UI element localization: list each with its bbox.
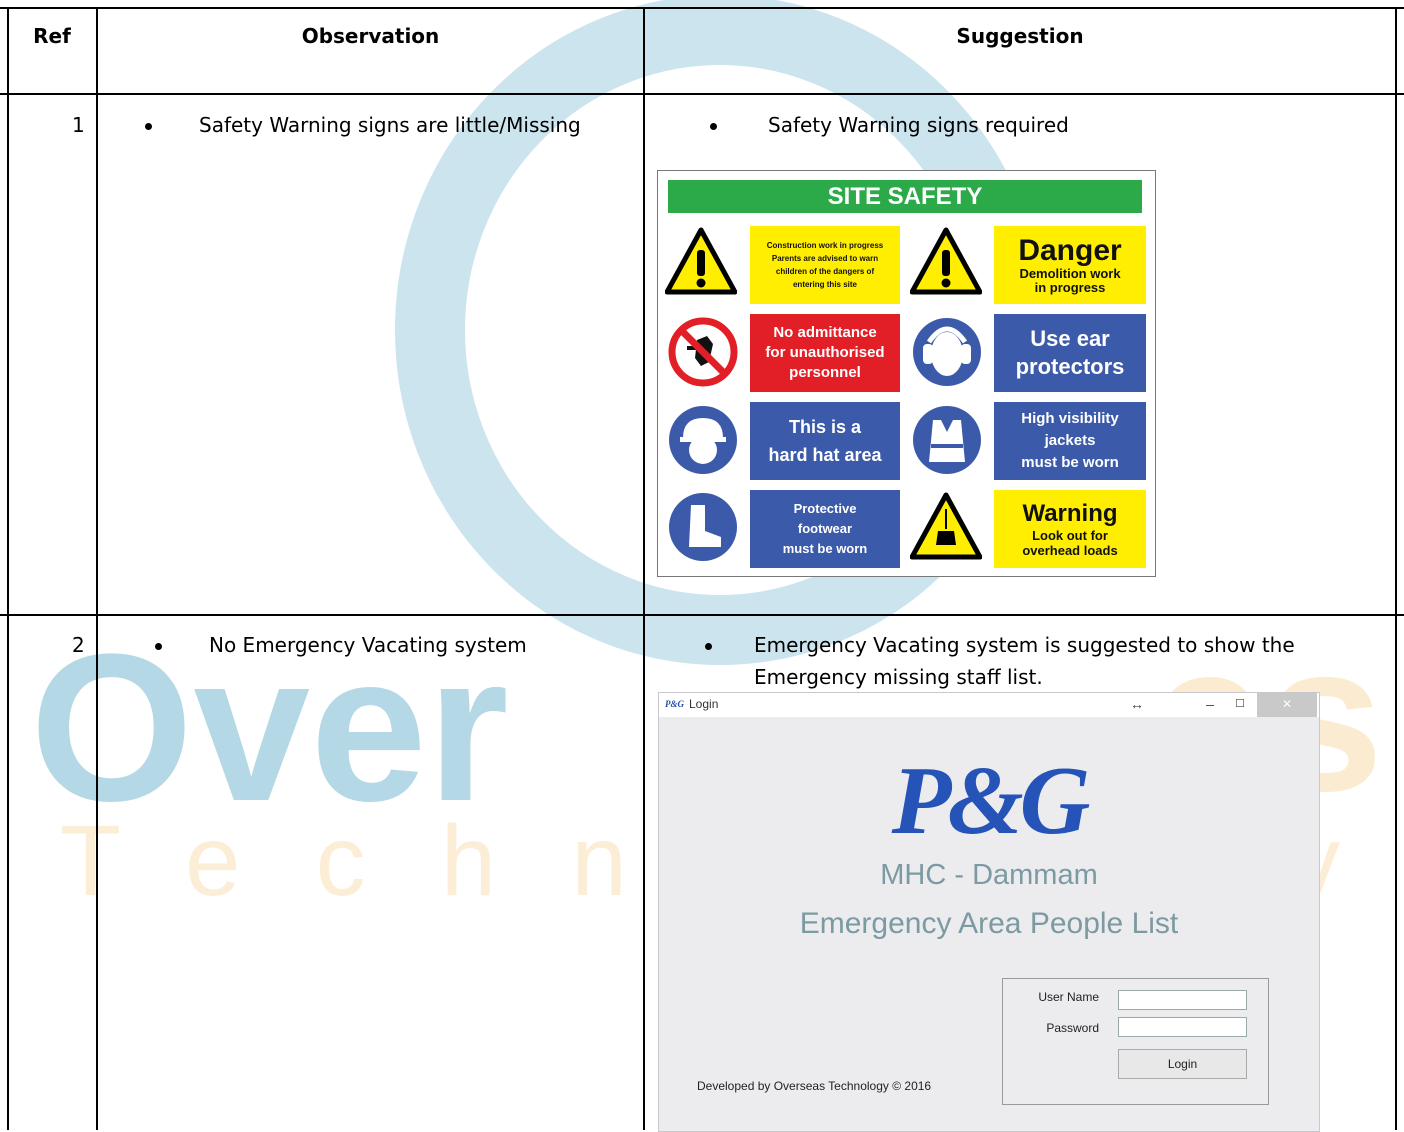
panel-text: High visibility — [1021, 410, 1119, 427]
table-border-right — [1395, 7, 1397, 1130]
ear-protector-icon — [913, 318, 981, 386]
brand-logo: P&G — [891, 747, 1091, 855]
window-title-bar[interactable]: P&G Login ↔ – ☐ ✕ — [659, 693, 1319, 717]
username-field[interactable] — [1118, 990, 1247, 1010]
app-logo-icon: P&G — [665, 699, 684, 709]
panel-text: Demolition work — [1019, 266, 1121, 281]
overhead-load-icon — [910, 492, 982, 560]
location-title: MHC - Dammam — [880, 859, 1098, 891]
panel-no-admittance: No admittance for unauthorised personnel — [750, 314, 900, 392]
login-form: User Name Password Login — [1002, 978, 1269, 1105]
panel-text: hard hat area — [768, 445, 882, 465]
warning-triangle-icon — [910, 227, 982, 295]
panel-text: jackets — [1044, 432, 1096, 449]
site-safety-sign: SITE SAFETY Construction work in progres… — [657, 170, 1156, 577]
row1-observation: Safety Warning signs are little/Missing — [199, 113, 581, 137]
resize-icon[interactable]: ↔ — [1123, 693, 1151, 717]
bullet-icon — [710, 123, 717, 130]
bullet-icon — [705, 643, 712, 650]
panel-text: Look out for — [1032, 528, 1108, 543]
panel-text: entering this site — [792, 280, 857, 289]
panel-text: children of the dangers of — [775, 267, 875, 276]
panel-text: No admittance — [773, 324, 877, 341]
panel-high-visibility: High visibility jackets must be worn — [994, 402, 1146, 480]
row1-suggestion: Safety Warning signs required — [768, 113, 1069, 137]
panel-text: Construction work in progress — [766, 241, 884, 250]
login-button[interactable]: Login — [1118, 1049, 1247, 1079]
safety-boot-icon — [669, 493, 737, 561]
table-border-top — [0, 7, 1404, 9]
panel-text: footwear — [797, 521, 853, 536]
no-entry-icon — [668, 317, 738, 387]
panel-danger: Danger Demolition work in progress — [994, 226, 1146, 304]
bullet-icon — [145, 123, 152, 130]
password-field[interactable] — [1118, 1017, 1247, 1037]
panel-text: Use ear — [1030, 326, 1110, 351]
panel-text: must be worn — [782, 541, 868, 556]
hard-hat-icon — [669, 406, 737, 474]
header-observation: Observation — [301, 24, 440, 48]
row2-suggestion-line1: Emergency Vacating system is suggested t… — [754, 633, 1295, 657]
panel-text: personnel — [789, 364, 861, 381]
panel-ear-protectors: Use ear protectors — [994, 314, 1146, 392]
table-col-divider-1 — [96, 7, 98, 1130]
window-title: Login — [689, 697, 719, 711]
header-ref: Ref — [33, 24, 71, 48]
bullet-icon — [155, 643, 162, 650]
panel-text: in progress — [1034, 280, 1106, 295]
panel-text: overhead loads — [1022, 543, 1118, 558]
panel-text: protectors — [1015, 354, 1125, 379]
table-header-divider — [0, 93, 1404, 95]
header-suggestion: Suggestion — [956, 24, 1084, 48]
panel-warning: Warning Look out for overhead loads — [994, 490, 1146, 568]
warning-triangle-icon — [665, 227, 737, 295]
table-row-divider — [0, 614, 1404, 616]
row2-ref: 2 — [72, 633, 85, 657]
password-label: Password — [1046, 1021, 1099, 1035]
panel-heading: Danger — [1018, 234, 1122, 267]
developer-credit: Developed by Overseas Technology © 2016 — [697, 1079, 932, 1093]
hi-vis-jacket-icon — [913, 406, 981, 474]
table-border-left — [7, 7, 9, 1130]
panel-heading: Warning — [1022, 500, 1118, 527]
table-col-divider-2 — [643, 7, 645, 1130]
panel-hard-hat: This is a hard hat area — [750, 402, 900, 480]
panel-text: Parents are advised to warn — [771, 254, 879, 263]
username-label: User Name — [1038, 990, 1099, 1004]
minimize-button[interactable]: – — [1195, 693, 1225, 717]
panel-protective-footwear: Protective footwear must be worn — [750, 490, 900, 568]
row1-ref: 1 — [72, 113, 85, 137]
app-title: Emergency Area People List — [799, 907, 1179, 940]
maximize-button[interactable]: ☐ — [1225, 693, 1255, 717]
panel-text: must be worn — [1021, 454, 1119, 471]
login-window: P&G Login ↔ – ☐ ✕ P&G MHC - Dammam Emerg… — [658, 692, 1320, 1132]
panel-text: This is a — [788, 417, 862, 437]
close-button[interactable]: ✕ — [1257, 693, 1317, 717]
row2-observation: No Emergency Vacating system — [209, 633, 527, 657]
panel-text: Protective — [793, 501, 857, 516]
panel-construction: Construction work in progress Parents ar… — [750, 226, 900, 304]
sign-title: SITE SAFETY — [668, 180, 1142, 213]
panel-text: for unauthorised — [765, 344, 885, 361]
row2-suggestion-line2: Emergency missing staff list. — [754, 665, 1043, 689]
